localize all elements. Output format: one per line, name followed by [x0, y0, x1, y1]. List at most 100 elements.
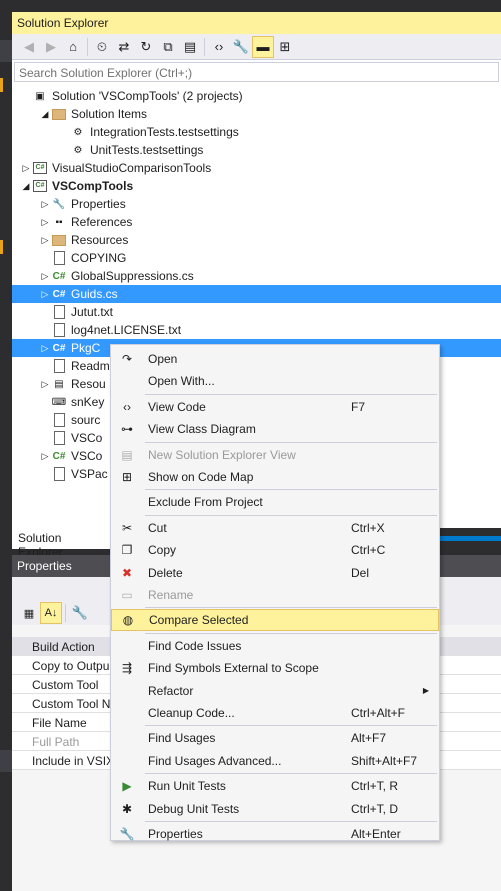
tree-item-label: COPYING — [71, 251, 127, 265]
file-icon — [51, 358, 67, 374]
menu-item-label: Find Usages Advanced... — [148, 753, 282, 768]
menu-item-cleanup-code[interactable]: Cleanup Code... Ctrl+Alt+F — [111, 702, 439, 724]
alphabetical-icon[interactable]: A↓ — [40, 602, 62, 624]
solution-explorer-title[interactable]: Solution Explorer — [12, 12, 501, 34]
preview-selected-icon[interactable]: ▬ — [252, 35, 274, 58]
tree-item[interactable]: ▷ Resources — [12, 231, 501, 249]
tree-item[interactable]: ▷ ▪▪ References — [12, 213, 501, 231]
tree-item-label: Readm — [71, 359, 110, 373]
expander-icon[interactable]: ▷ — [39, 379, 51, 390]
pending-changes-icon[interactable]: ⊞ — [274, 36, 296, 58]
back-icon[interactable]: ◀ — [18, 36, 40, 58]
csharp-project-icon: C# — [32, 178, 48, 194]
tree-item[interactable]: Jutut.txt — [12, 303, 501, 321]
menu-item-rename[interactable]: ▭ Rename — [111, 584, 439, 606]
menu-item-find-usages-advanced[interactable]: Find Usages Advanced... Shift+Alt+F7 — [111, 750, 439, 772]
menu-item-shortcut: F7 — [351, 399, 366, 414]
solution-explorer-toolbar: ◀ ▶ ⌂ ⏲ ⇄ ↻ ⧉ ▤ ‹› 🔧 ▬ ⊞ — [12, 34, 501, 60]
tab-solution-explorer[interactable]: Solution Explorer — [12, 528, 110, 559]
menu-item-label: Copy — [148, 543, 177, 558]
menu-item-find-code-issues[interactable]: Find Code Issues — [111, 635, 439, 657]
menu-item-find-symbols-external-to-scope[interactable]: ⇶ Find Symbols External to Scope — [111, 657, 439, 679]
dock-accent — [0, 78, 3, 92]
menu-item-label: Debug Unit Tests — [148, 801, 240, 816]
tree-item[interactable]: ▷ C# GlobalSuppressions.cs — [12, 267, 501, 285]
tree-item-label: References — [71, 215, 133, 229]
refresh-icon[interactable]: ↻ — [135, 36, 157, 58]
menu-item-label: View Code — [148, 399, 206, 414]
view-code-icon[interactable]: ‹› — [208, 36, 230, 58]
tree-item[interactable]: ⚙ IntegrationTests.testsettings — [12, 123, 501, 141]
properties-icon[interactable]: 🔧 — [230, 36, 252, 58]
expander-icon[interactable]: ▷ — [39, 271, 51, 282]
left-dock-strip — [0, 0, 12, 891]
tree-item[interactable]: ◢ Solution Items — [12, 105, 501, 123]
tree-item[interactable]: ▣ Solution 'VSCompTools' (2 projects) — [12, 87, 501, 105]
tree-item[interactable]: ▷ C# Guids.cs — [12, 285, 501, 303]
menu-item-label: Open — [148, 352, 178, 366]
open-icon: ↷ — [121, 352, 133, 366]
tree-item[interactable]: log4net.LICENSE.txt — [12, 321, 501, 339]
menu-item-show-on-code-map[interactable]: ⊞ Show on Code Map — [111, 466, 439, 488]
tree-item[interactable]: COPYING — [12, 249, 501, 267]
dock-tab[interactable] — [0, 40, 12, 62]
search-input[interactable]: Search Solution Explorer (Ctrl+;) — [14, 62, 499, 82]
expander-icon[interactable]: ▷ — [39, 217, 51, 228]
menu-item-delete[interactable]: ✖ Delete Del — [111, 562, 439, 584]
copy-icon: ❐ — [121, 543, 133, 558]
toolbar-separator — [65, 604, 66, 622]
property-pages-icon[interactable]: 🔧 — [69, 602, 91, 624]
menu-item-run-unit-tests[interactable]: ▶ Run Unit Tests Ctrl+T, R — [111, 775, 439, 797]
menu-item-label: Find Usages — [148, 731, 216, 746]
tree-item[interactable]: ▷ 🔧 Properties — [12, 195, 501, 213]
key-icon: ⌨ — [51, 396, 67, 408]
tree-item-label: Properties — [71, 197, 126, 211]
menu-item-properties[interactable]: 🔧 Properties Alt+Enter — [111, 823, 439, 845]
menu-item-view-code[interactable]: ‹› View Code F7 — [111, 396, 439, 418]
forward-icon[interactable]: ▶ — [40, 36, 62, 58]
tree-item[interactable]: ◢ C# VSCompTools — [12, 177, 501, 195]
menu-item-copy[interactable]: ❐ Copy Ctrl+C — [111, 539, 439, 561]
expander-icon[interactable]: ▷ — [39, 199, 51, 210]
menu-item-open[interactable]: ↷ Open — [111, 348, 439, 370]
expander-icon[interactable]: ◢ — [20, 181, 32, 192]
menu-item-compare-selected[interactable]: ◍ Compare Selected — [111, 609, 439, 632]
sync-icon[interactable]: ⇄ — [113, 36, 135, 58]
delete-icon: ✖ — [121, 565, 133, 580]
expander-icon[interactable]: ▷ — [39, 343, 51, 354]
menu-item-new-solution-explorer-view[interactable]: ▤ New Solution Explorer View — [111, 444, 439, 466]
menu-item-refactor[interactable]: Refactor ▶ — [111, 680, 439, 702]
submenu-arrow-icon: ▶ — [422, 686, 429, 696]
expander-icon[interactable]: ▷ — [39, 235, 51, 246]
menu-item-debug-unit-tests[interactable]: ✱ Debug Unit Tests Ctrl+T, D — [111, 798, 439, 820]
menu-item-shortcut: Ctrl+Alt+F — [351, 706, 406, 720]
file-icon — [51, 466, 67, 482]
menu-item-exclude-from-project[interactable]: Exclude From Project — [111, 491, 439, 513]
expander-icon[interactable]: ◢ — [39, 109, 51, 120]
class-diagram-icon: ⊶ — [121, 422, 133, 437]
references-icon: ▪▪ — [55, 216, 63, 228]
menu-item-label: Delete — [148, 565, 183, 580]
tree-item[interactable]: ▷ C# VisualStudioComparisonTools — [12, 159, 501, 177]
menu-item-view-class-diagram[interactable]: ⊶ View Class Diagram — [111, 418, 439, 440]
expander-icon[interactable]: ▷ — [39, 451, 51, 462]
expander-icon[interactable]: ▷ — [39, 289, 51, 300]
tree-item-label: PkgC — [71, 341, 101, 355]
menu-separator — [145, 393, 437, 395]
collapse-all-icon[interactable]: ⧉ — [157, 36, 179, 58]
categorized-icon[interactable]: ▦ — [18, 602, 40, 624]
menu-item-cut[interactable]: ✂ Cut Ctrl+X — [111, 517, 439, 539]
menu-item-label: Rename — [148, 588, 194, 602]
debug-tests-icon: ✱ — [121, 801, 133, 816]
menu-item-find-usages[interactable]: Find Usages Alt+F7 — [111, 727, 439, 749]
expander-icon[interactable]: ▷ — [20, 163, 32, 174]
tree-item[interactable]: ⚙ UnitTests.testsettings — [12, 141, 501, 159]
tree-item-label: Jutut.txt — [71, 305, 114, 319]
menu-item-open-with[interactable]: Open With... — [111, 370, 439, 392]
menu-item-label: Cleanup Code... — [148, 706, 235, 720]
show-all-files-icon[interactable]: ▤ — [179, 36, 201, 58]
dock-tab[interactable] — [0, 750, 12, 772]
menu-item-label: Exclude From Project — [148, 495, 263, 510]
home-icon[interactable]: ⌂ — [62, 36, 84, 58]
history-icon[interactable]: ⏲ — [91, 36, 113, 58]
